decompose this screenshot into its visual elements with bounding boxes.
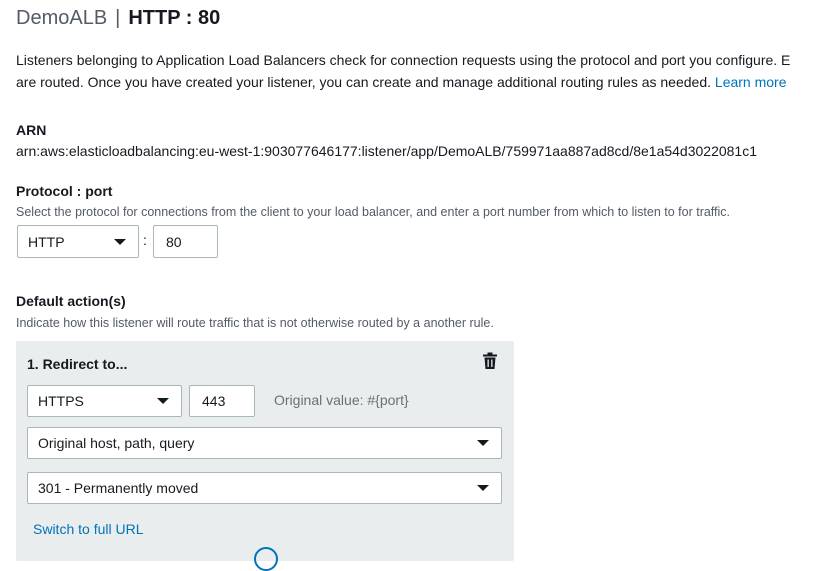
caret-down-icon: [477, 485, 489, 491]
original-value-hint: Original value: #{port}: [274, 392, 409, 408]
protocol-port-help: Select the protocol for connections from…: [16, 205, 731, 219]
protocol-select-value: HTTP: [28, 233, 65, 250]
redirect-port-input[interactable]: [189, 385, 255, 417]
host-path-query-value: Original host, path, query: [38, 435, 195, 451]
arn-label: ARN: [16, 122, 47, 138]
arn-value: arn:aws:elasticloadbalancing:eu-west-1:9…: [16, 143, 758, 159]
redirect-protocol-value: HTTPS: [38, 393, 84, 409]
caret-down-icon: [477, 440, 489, 446]
default-actions-help: Indicate how this listener will route tr…: [16, 316, 494, 330]
protocol-port-colon: :: [143, 232, 147, 248]
protocol-select[interactable]: HTTP: [17, 225, 139, 258]
host-path-query-select[interactable]: Original host, path, query: [27, 427, 502, 459]
intro-line-2: are routed. Once you have created your l…: [16, 71, 829, 93]
title-separator: |: [115, 7, 121, 29]
intro-text: Listeners belonging to Application Load …: [16, 49, 829, 93]
load-balancer-name: DemoALB: [16, 7, 108, 29]
status-code-select[interactable]: 301 - Permanently moved: [27, 472, 502, 504]
intro-line-1: Listeners belonging to Application Load …: [16, 52, 791, 68]
status-code-value: 301 - Permanently moved: [38, 480, 199, 496]
loading-spinner-icon: [254, 547, 278, 571]
action-title: 1. Redirect to...: [27, 356, 128, 372]
port-input[interactable]: [153, 225, 218, 258]
default-actions-label: Default action(s): [16, 293, 126, 309]
redirect-protocol-select[interactable]: HTTPS: [27, 385, 182, 417]
caret-down-icon: [114, 238, 126, 245]
page-title: DemoALB | HTTP : 80: [16, 7, 220, 30]
listener-name: HTTP : 80: [128, 7, 221, 29]
protocol-port-label: Protocol : port: [16, 183, 113, 199]
redirect-action-panel: 1. Redirect to... HTTPS Original value: …: [16, 341, 514, 571]
intro-line-2-text: are routed. Once you have created your l…: [16, 74, 712, 90]
trash-icon[interactable]: [482, 352, 498, 370]
caret-down-icon: [157, 398, 169, 404]
learn-more-link[interactable]: Learn more: [715, 74, 787, 90]
switch-to-full-url-link[interactable]: Switch to full URL: [33, 521, 143, 537]
